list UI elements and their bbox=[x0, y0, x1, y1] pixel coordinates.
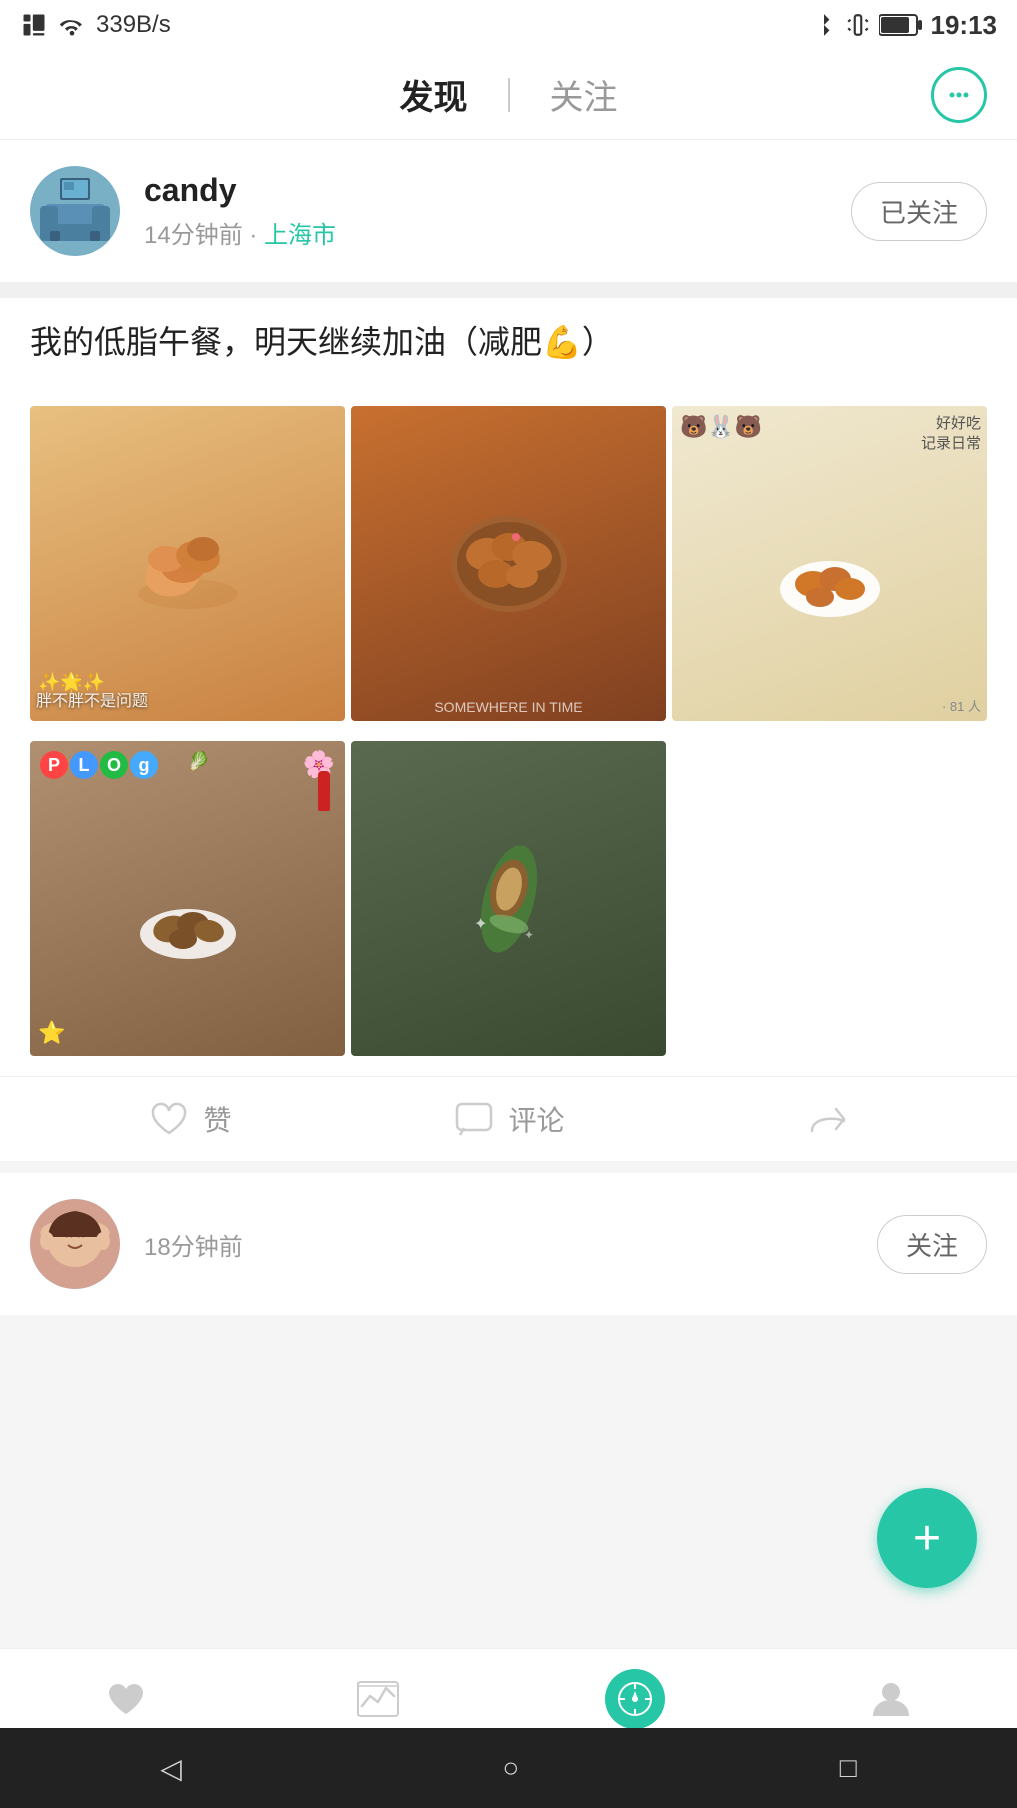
follow-button-2[interactable]: 关注 bbox=[877, 1215, 987, 1274]
svg-text:✦: ✦ bbox=[474, 916, 487, 933]
avatar-baby-image bbox=[30, 1199, 120, 1289]
tab-following[interactable]: 关注 bbox=[510, 70, 658, 119]
android-bar: ◁ ○ □ bbox=[0, 1728, 1017, 1808]
comment-label: 评论 bbox=[508, 1099, 564, 1139]
status-left: 339B/s bbox=[20, 11, 171, 39]
post-text-1: 我的低脂午餐，明天继续加油（减肥💪） bbox=[30, 318, 987, 366]
comment-button[interactable]: 评论 bbox=[349, 1097, 668, 1141]
status-bar: 339B/s 19:13 bbox=[0, 0, 1017, 50]
tab-discover[interactable]: 发现 bbox=[360, 70, 508, 119]
empty-grid-cell bbox=[672, 741, 987, 1056]
image-grid-bottom: P L O g 🌸 🥬 bbox=[0, 741, 1017, 1076]
bluetooth-icon bbox=[811, 12, 837, 38]
network-speed: 339B/s bbox=[96, 11, 171, 39]
food-img-2-svg bbox=[444, 509, 574, 619]
heart-icon bbox=[147, 1097, 191, 1141]
post-image-4[interactable]: P L O g 🌸 🥬 bbox=[30, 741, 345, 1056]
health-icon bbox=[100, 1673, 152, 1725]
post-image-1[interactable]: 胖不胖不是问题 ✨🌟✨ bbox=[30, 406, 345, 721]
fab-icon: + bbox=[913, 1511, 941, 1566]
food-img-4-svg bbox=[133, 874, 243, 964]
star-icon: ⭐ bbox=[38, 1020, 65, 1046]
username-candy: candy bbox=[144, 172, 827, 209]
sparkle-icon: ✨🌟✨ bbox=[38, 672, 105, 693]
user-detail-2: 18分钟前 bbox=[144, 1227, 853, 1262]
back-button[interactable]: ◁ bbox=[160, 1752, 182, 1785]
chat-icon bbox=[931, 67, 987, 123]
header-tabs: 发现 关注 bbox=[360, 70, 658, 119]
separator-1 bbox=[0, 282, 1017, 298]
follow-button-candy[interactable]: 已关注 bbox=[851, 182, 987, 241]
battery-icon bbox=[879, 13, 923, 37]
post-image-3[interactable]: 🐻🐰🐻 好好吃记录日常 · bbox=[672, 406, 987, 721]
avatar-candy[interactable] bbox=[30, 166, 120, 256]
post-image-5[interactable]: ✦ ✦ bbox=[351, 741, 666, 1056]
veg-icon: 🥬 bbox=[188, 751, 210, 772]
user-info-2: 18分钟前 关注 bbox=[0, 1173, 1017, 1315]
food-img-3-svg bbox=[775, 539, 885, 619]
post-card-1: candy 14分钟前 · 上海市 已关注 我的低脂午餐，明天继续加油（减肥💪） bbox=[0, 140, 1017, 1161]
discover-icon bbox=[605, 1669, 665, 1729]
animal-emoji-icon: 🐻🐰🐻 bbox=[680, 414, 762, 440]
time-since: 14分钟前 bbox=[144, 222, 243, 249]
avatar-baby[interactable] bbox=[30, 1199, 120, 1289]
img2-overlay-text: SOMEWHERE IN TIME bbox=[434, 699, 582, 715]
notification-icon bbox=[20, 11, 48, 39]
status-right: 19:13 bbox=[811, 10, 998, 41]
food-img-5-svg: ✦ ✦ bbox=[454, 839, 564, 959]
vibrate-icon bbox=[845, 12, 871, 38]
avatar-sofa-image bbox=[30, 166, 120, 256]
home-button[interactable]: ○ bbox=[502, 1752, 519, 1784]
plog-badge: P L O g bbox=[40, 751, 158, 779]
user-meta-2: 18分钟前 bbox=[144, 1227, 853, 1262]
user-info-1: candy 14分钟前 · 上海市 已关注 bbox=[0, 140, 1017, 282]
svg-text:✦: ✦ bbox=[524, 928, 534, 942]
recent-button[interactable]: □ bbox=[840, 1752, 857, 1784]
me-icon bbox=[865, 1673, 917, 1725]
img3-overlay-text: 好好吃记录日常 bbox=[921, 414, 981, 453]
user-meta-candy: 14分钟前 · 上海市 bbox=[144, 215, 827, 250]
post-card-2: 18分钟前 关注 bbox=[0, 1173, 1017, 1315]
share-button[interactable] bbox=[668, 1097, 987, 1141]
location-tag[interactable]: 上海市 bbox=[264, 222, 336, 249]
message-button[interactable] bbox=[931, 67, 987, 123]
img3-tag: · 81 人 bbox=[942, 696, 981, 715]
user-detail-candy: candy 14分钟前 · 上海市 bbox=[144, 172, 827, 250]
ketchup-bottle bbox=[318, 771, 330, 811]
food-img-1-svg bbox=[128, 519, 248, 609]
comment-icon bbox=[452, 1097, 496, 1141]
like-label: 赞 bbox=[203, 1099, 231, 1139]
trend-icon bbox=[352, 1673, 404, 1725]
clock: 19:13 bbox=[931, 10, 998, 41]
action-bar-1: 赞 评论 bbox=[0, 1076, 1017, 1161]
like-button[interactable]: 赞 bbox=[30, 1097, 349, 1141]
header: 发现 关注 bbox=[0, 50, 1017, 140]
wifi-icon bbox=[58, 14, 86, 36]
share-icon bbox=[806, 1097, 850, 1141]
scroll-area: candy 14分钟前 · 上海市 已关注 我的低脂午餐，明天继续加油（减肥💪） bbox=[0, 140, 1017, 1555]
time-since-2: 18分钟前 bbox=[144, 1234, 243, 1261]
fab-button[interactable]: + bbox=[877, 1488, 977, 1588]
image-grid-1: 胖不胖不是问题 ✨🌟✨ bbox=[0, 406, 1017, 741]
post-content-1: 我的低脂午餐，明天继续加油（减肥💪） bbox=[0, 298, 1017, 406]
post-image-2[interactable]: SOMEWHERE IN TIME bbox=[351, 406, 666, 721]
